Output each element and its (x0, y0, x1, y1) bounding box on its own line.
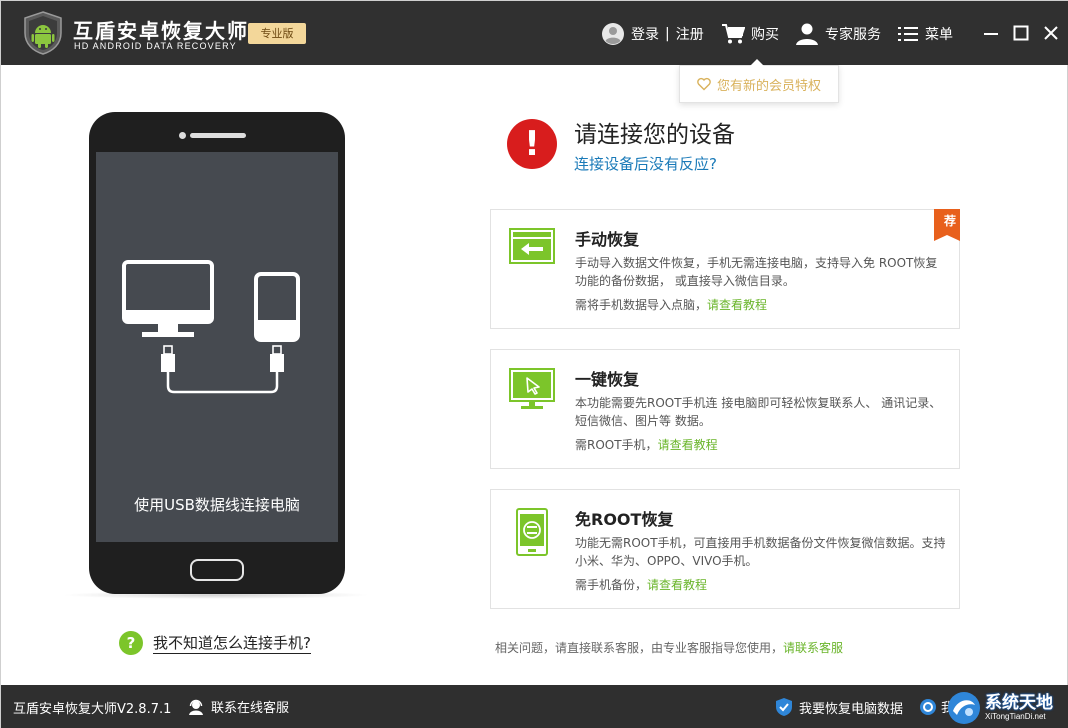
no-root-recovery-desc: 功能无需ROOT手机，可直接用手机数据备份文件恢复微信数据。支持小米、华为、OP… (575, 536, 946, 568)
manual-recovery-title: 手动恢复 (575, 230, 640, 249)
watermark-logo-icon (948, 692, 980, 724)
manual-recovery-desc: 手动导入数据文件恢复，手机无需连接电脑，支持导入免 ROOT恢复功能的备份数据，… (575, 256, 938, 288)
pc-recover-label: 我要恢复电脑数据 (799, 701, 904, 717)
vip-privilege-text: 您有新的会员特权 (716, 78, 821, 94)
menu-label: 菜单 (925, 27, 953, 43)
no-root-recovery-card[interactable]: 免ROOT恢复 功能无需ROOT手机，可直接用手机数据备份文件恢复微信数据。支持… (490, 489, 960, 609)
maximize-icon[interactable] (1011, 23, 1031, 43)
question-icon: ? (119, 631, 143, 655)
title-bar: 互盾安卓恢复大师 HD ANDROID DATA RECOVERY 专业版 登录… (1, 1, 1068, 65)
contact-support-text: 相关问题，请直接联系客服，由专业客服指导您使用， (495, 641, 784, 655)
connect-help-text: 我不知道怎么连接手机? (153, 634, 311, 654)
buy-button[interactable]: 购买 (721, 21, 779, 47)
no-root-recovery-tutorial-link[interactable]: 请查看教程 (647, 578, 707, 592)
shield-check-icon (776, 698, 792, 716)
connect-help-link[interactable]: ? 我不知道怎么连接手机? (119, 631, 311, 655)
register-link[interactable]: 注册 (676, 24, 704, 44)
headset-icon (189, 699, 203, 715)
manual-recovery-tutorial-link[interactable]: 请查看教程 (707, 298, 767, 312)
one-click-recovery-desc: 本功能需要先ROOT手机连 接电脑即可轻松恢复联系人、 通讯记录、短信微信、图片… (575, 396, 942, 428)
version-label: 互盾安卓恢复大师V2.8.7.1 (13, 702, 172, 717)
close-icon[interactable] (1041, 23, 1061, 43)
one-click-recovery-tutorial-link[interactable]: 请查看教程 (658, 438, 718, 452)
login-register-divider: | (665, 26, 670, 42)
one-click-recovery-note: 需ROOT手机，请查看教程 (575, 436, 718, 453)
phone-backup-icon (516, 508, 548, 556)
one-click-recovery-card[interactable]: 一键恢复 本功能需要先ROOT手机连 接电脑即可轻松恢复联系人、 通讯记录、短信… (490, 349, 960, 469)
buy-label: 购买 (751, 27, 779, 43)
alert-icon: ! (507, 119, 557, 169)
online-service-label: 联系在线客服 (211, 701, 290, 716)
manual-recovery-note-text: 需将手机数据导入点脑， (575, 298, 708, 312)
contact-support-link[interactable]: 请联系客服 (783, 641, 843, 655)
one-click-recovery-note-text: 需ROOT手机， (575, 438, 658, 452)
usb-connect-illustration-icon (122, 260, 300, 394)
phone-camera (179, 132, 186, 139)
no-root-recovery-note: 需手机备份，请查看教程 (575, 576, 707, 593)
cart-icon (722, 24, 745, 44)
edition-badge: 专业版 (248, 23, 306, 44)
import-arrow-icon (509, 228, 555, 264)
android-shield-logo-icon (24, 11, 62, 55)
pc-recover-button[interactable]: 我要恢复电脑数据 (775, 697, 903, 717)
status-bar: 互盾安卓恢复大师V2.8.7.1 联系在线客服 我要恢复电脑数据 我 (1, 685, 1068, 728)
phone-screen: 使用USB数据线连接电脑 (96, 152, 338, 542)
watermark-sub: XiTongTianDi.net (985, 712, 1046, 721)
minimize-icon[interactable] (981, 23, 1001, 43)
login-register-group: 登录 | 注册 (601, 21, 704, 47)
menu-button[interactable]: 菜单 (897, 21, 953, 47)
watermark-main: 系统天地 (985, 693, 1053, 713)
no-root-recovery-note-text: 需手机备份， (575, 578, 648, 592)
person-icon (796, 23, 818, 45)
list-menu-icon (898, 27, 918, 41)
app-subtitle: HD ANDROID DATA RECOVERY (74, 41, 237, 51)
phone-speaker (190, 133, 246, 138)
monitor-cursor-icon (509, 368, 555, 409)
no-root-recovery-title: 免ROOT恢复 (575, 510, 674, 529)
connect-device-title: 请连接您的设备 (574, 122, 735, 148)
login-link[interactable]: 登录 (631, 24, 659, 44)
manual-recovery-note: 需将手机数据导入点脑，请查看教程 (575, 296, 767, 313)
watermark-text: 系统天地 XiTongTianDi.net (985, 694, 1053, 722)
site-watermark: 系统天地 XiTongTianDi.net (947, 687, 1068, 728)
phone-shadow (61, 591, 371, 599)
phone-illustration: 使用USB数据线连接电脑 (89, 112, 345, 594)
recommend-badge: 荐 (943, 214, 956, 228)
app-title: 互盾安卓恢复大师 (73, 19, 249, 43)
vip-privilege-tooltip[interactable]: 您有新的会员特权 (679, 59, 839, 103)
manual-recovery-card[interactable]: 手动恢复 手动导入数据文件恢复，手机无需连接电脑，支持导入免 ROOT恢复功能的… (490, 209, 960, 329)
heart-icon (697, 77, 711, 91)
contact-support-line: 相关问题，请直接联系客服，由专业客服指导您使用，请联系客服 (495, 639, 843, 656)
phone-home-button (190, 559, 244, 581)
online-service-button[interactable]: 联系在线客服 (187, 697, 289, 716)
circle-app-icon (920, 698, 936, 715)
one-click-recovery-title: 一键恢复 (575, 370, 640, 389)
expert-service-button[interactable]: 专家服务 (795, 21, 881, 47)
user-avatar-icon (602, 23, 624, 45)
expert-service-label: 专家服务 (825, 27, 881, 43)
usb-instruction-text: 使用USB数据线连接电脑 (134, 496, 300, 514)
app-window: 互盾安卓恢复大师 HD ANDROID DATA RECOVERY 专业版 登录… (0, 0, 1068, 728)
no-response-help-link[interactable]: 连接设备后没有反应? (574, 153, 717, 174)
